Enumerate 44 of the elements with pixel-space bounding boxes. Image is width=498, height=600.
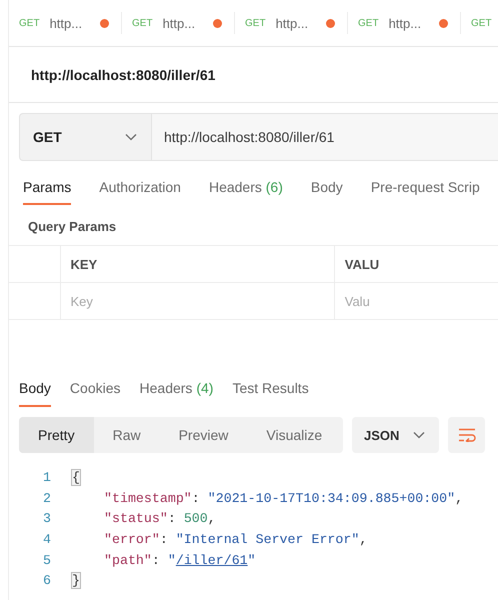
line-number: 5 <box>42 552 52 568</box>
code-line: "error": "Internal Server Error", <box>103 532 368 547</box>
section-heading: Query Params <box>27 218 118 236</box>
tab-title: http... <box>388 16 422 30</box>
method-label: GET <box>245 18 266 28</box>
method-label: GET <box>358 18 379 28</box>
line-number: 6 <box>42 573 52 588</box>
request-tab[interactable]: GET http... <box>9 12 122 34</box>
tab-title: http... <box>162 16 196 30</box>
tab[interactable]: Body <box>19 370 51 407</box>
format-dropdown[interactable]: JSON <box>352 417 439 453</box>
code-line: "timestamp": "2021-10-17T10:34:09.885+00:00", <box>103 490 464 506</box>
view-option[interactable]: Preview <box>160 417 248 453</box>
tab[interactable]: Test Results <box>232 370 309 407</box>
request-tab[interactable]: GET http... <box>348 12 461 34</box>
view-option[interactable]: Pretty <box>19 417 94 453</box>
tab[interactable]: Cookies <box>70 370 121 407</box>
tab-title: http... <box>276 16 310 30</box>
view-option[interactable]: Visualize <box>247 417 342 453</box>
chevron-down-icon <box>413 431 425 439</box>
request-title: http://localhost:8080/iller/61 <box>31 66 216 82</box>
code-line: "path": "/iller/61" <box>103 552 256 568</box>
tab-title: http... <box>50 16 84 30</box>
method-label: GET <box>132 18 153 28</box>
request-tab[interactable]: GET http... <box>235 12 348 34</box>
tab[interactable]: Authorization <box>99 173 181 205</box>
tab[interactable]: Pre-request Scrip <box>370 173 480 205</box>
request-tab[interactable]: GET http... <box>122 12 235 34</box>
column-header: VALU <box>334 246 498 282</box>
tab[interactable]: Headers (6) <box>208 173 283 205</box>
method-label: GET <box>471 18 492 28</box>
wrap-lines-icon <box>458 428 476 442</box>
line-number: 1 <box>42 470 52 485</box>
method-label: GET <box>19 18 40 28</box>
line-number: 4 <box>42 532 52 547</box>
line-number: 3 <box>42 511 52 526</box>
wrap-button[interactable] <box>448 417 485 453</box>
line-number: 2 <box>42 490 52 506</box>
code-line: "status": 500, <box>103 511 216 526</box>
tab[interactable]: Params <box>23 173 72 205</box>
tab[interactable]: Body <box>310 173 343 205</box>
column-header: KEY <box>60 246 334 282</box>
tab[interactable]: Headers (4) <box>140 370 214 407</box>
view-option[interactable]: Raw <box>94 417 160 453</box>
